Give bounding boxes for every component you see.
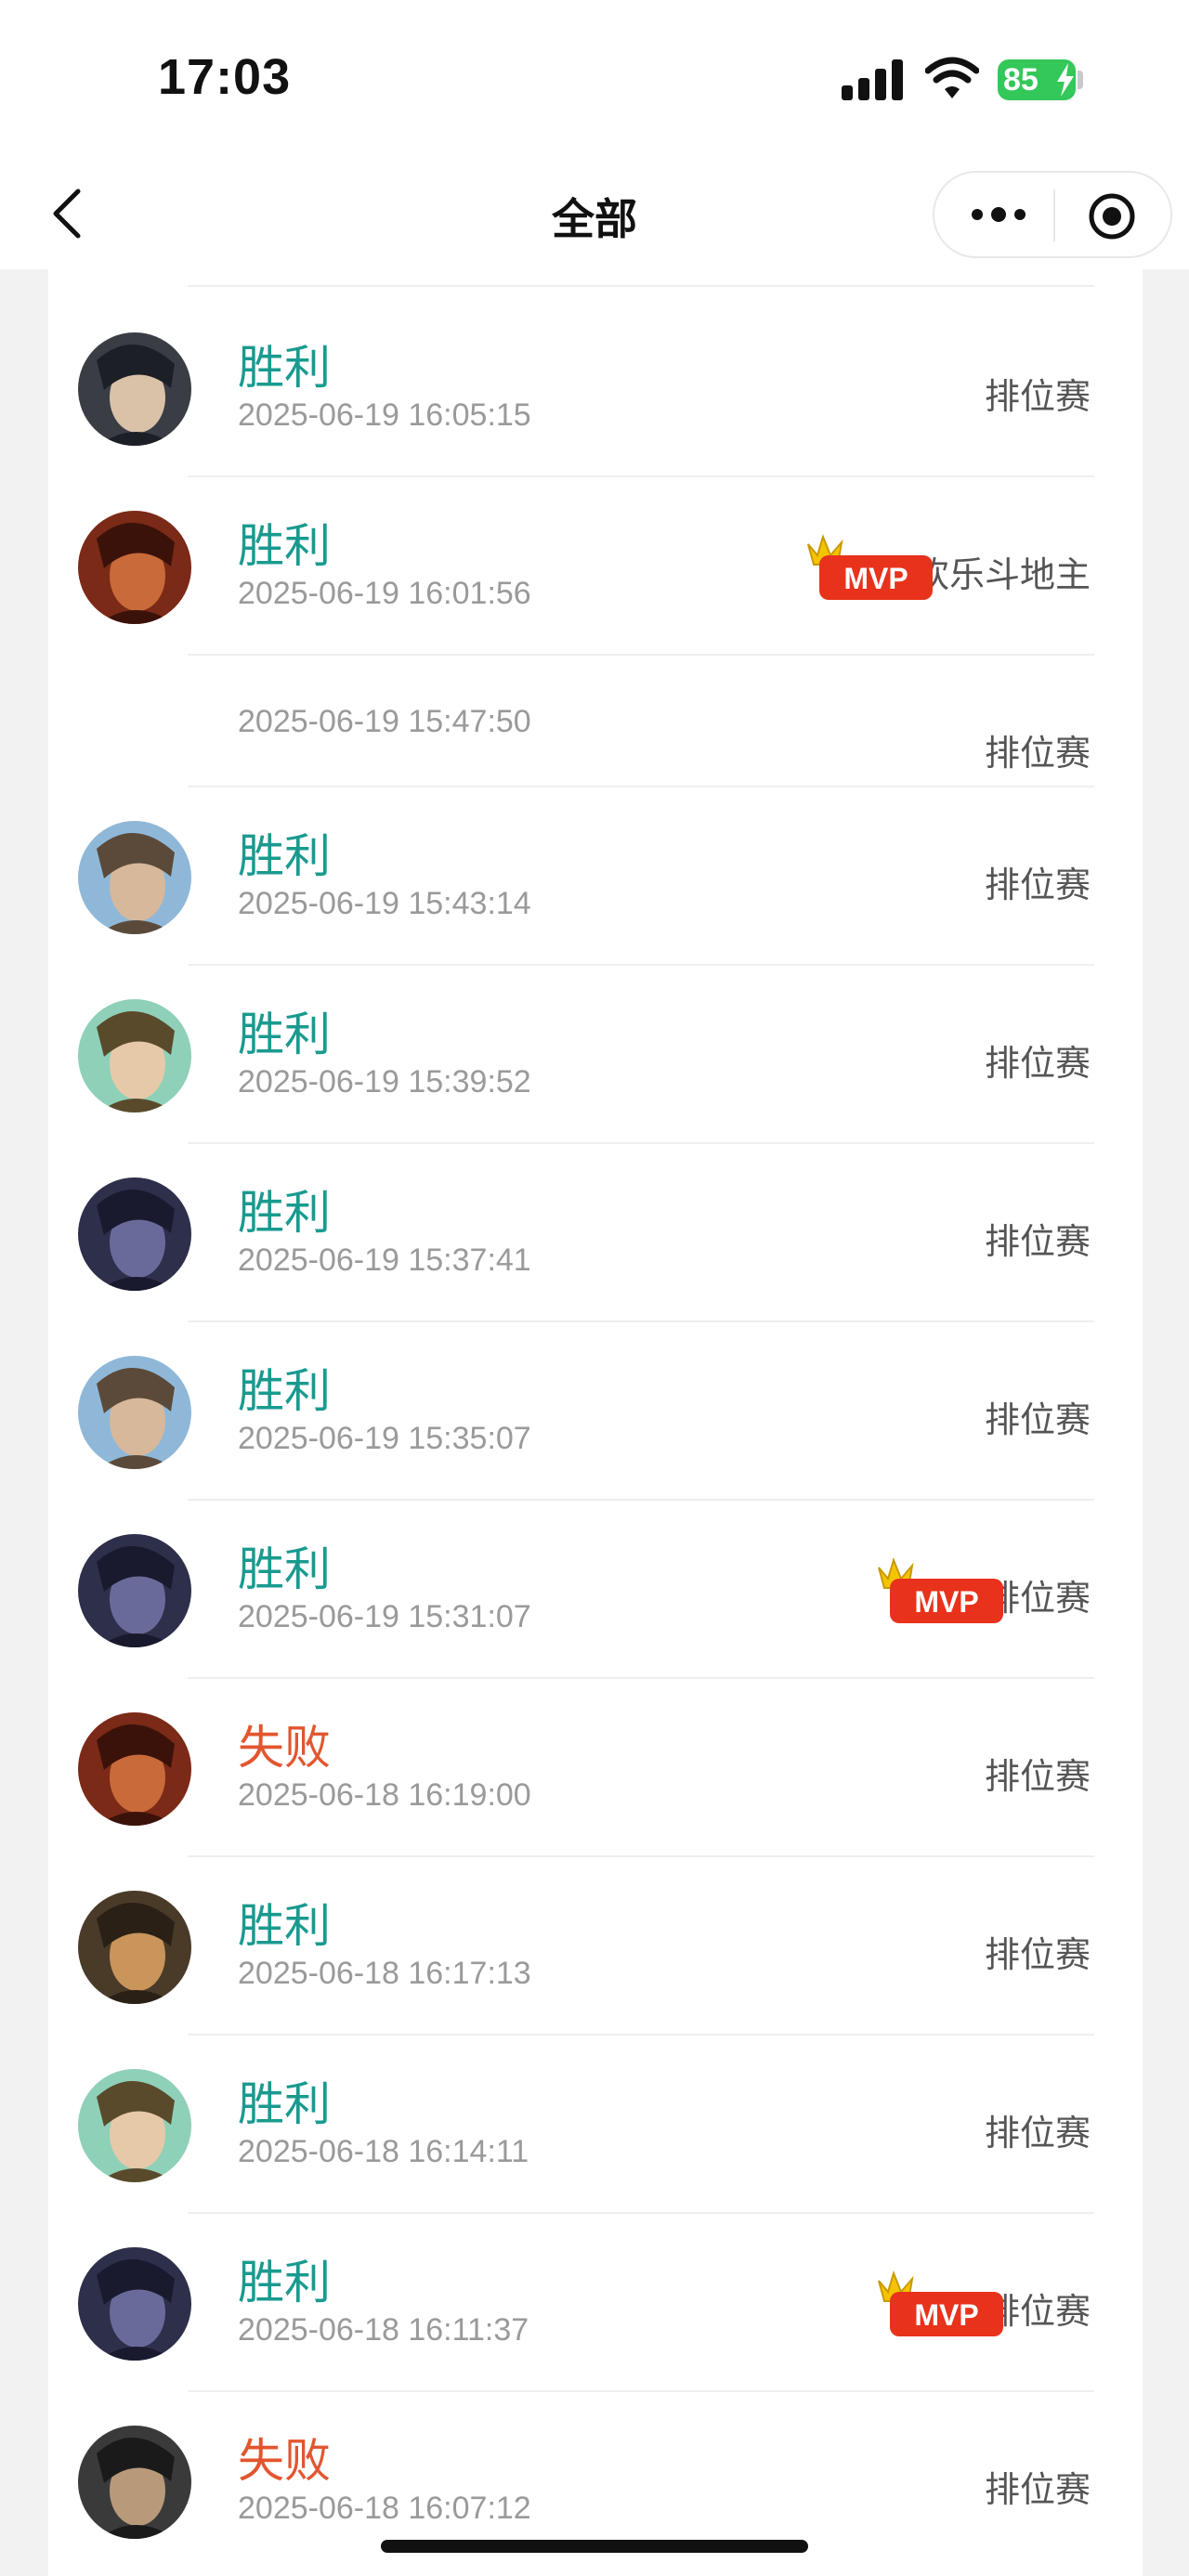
match-result: 胜利 bbox=[238, 1900, 331, 1952]
hero-avatar bbox=[78, 2069, 191, 2182]
match-datetime: 2025-06-19 16:01:56 bbox=[238, 576, 531, 611]
match-row[interactable]: 胜利 2025-06-18 16:17:13 排位赛 bbox=[48, 1859, 1143, 2036]
match-datetime: 2025-06-19 15:31:07 bbox=[238, 1599, 531, 1634]
hero-avatar bbox=[78, 999, 191, 1112]
match-datetime: 2025-06-19 15:47:50 bbox=[238, 704, 531, 739]
row-divider bbox=[188, 2034, 1094, 2036]
mvp-badge-icon: MVP bbox=[878, 1556, 1003, 1623]
mvp-badge-text: MVP bbox=[843, 562, 908, 595]
match-row[interactable]: 胜利 2025-06-18 16:14:11 排位赛 bbox=[48, 2037, 1143, 2214]
match-result: 胜利 bbox=[238, 2078, 331, 2130]
wifi-icon bbox=[925, 57, 979, 98]
row-divider bbox=[188, 1321, 1094, 1322]
list-top-divider bbox=[188, 285, 1094, 287]
match-datetime: 2025-06-19 15:39:52 bbox=[238, 1064, 531, 1099]
mvp-badge-text: MVP bbox=[914, 1585, 978, 1619]
match-result: 胜利 bbox=[238, 830, 331, 882]
match-result: 胜利 bbox=[238, 2257, 331, 2309]
home-indicator bbox=[381, 2540, 808, 2553]
mvp-badge-text: MVP bbox=[914, 2298, 978, 2332]
battery-tip bbox=[1078, 71, 1083, 89]
hero-avatar bbox=[78, 1712, 191, 1826]
match-result: 胜利 bbox=[238, 1008, 331, 1060]
match-datetime: 2025-06-19 16:05:15 bbox=[238, 397, 531, 433]
match-result: 失败 bbox=[238, 2435, 331, 2487]
match-mode: 排位赛 bbox=[984, 1401, 1091, 1440]
charging-bolt-icon bbox=[1057, 63, 1074, 97]
match-mode: 排位赛 bbox=[984, 866, 1091, 905]
row-divider bbox=[188, 2212, 1094, 2214]
match-mode: 排位赛 bbox=[984, 378, 1091, 417]
hero-avatar bbox=[78, 2426, 191, 2539]
match-datetime: 2025-06-18 16:19:00 bbox=[238, 1777, 531, 1813]
match-mode: 排位赛 bbox=[984, 1758, 1091, 1797]
match-row[interactable]: 胜利 2025-06-19 16:05:15 排位赛 bbox=[48, 301, 1143, 477]
match-row[interactable]: 胜利 2025-06-19 15:31:07 排位赛 MVP bbox=[48, 1503, 1143, 1679]
match-datetime: 2025-06-18 16:07:12 bbox=[238, 2491, 531, 2526]
navigation-bar: 全部 bbox=[0, 158, 1189, 269]
match-row[interactable]: 2025-06-19 15:47:50 排位赛 bbox=[48, 657, 1143, 787]
match-mode: 欢乐斗地主 bbox=[913, 556, 1091, 595]
match-datetime: 2025-06-18 16:17:13 bbox=[238, 1956, 531, 1991]
match-mode: 排位赛 bbox=[984, 2114, 1091, 2153]
mvp-badge-icon: MVP bbox=[878, 2270, 1003, 2336]
match-row[interactable]: 胜利 2025-06-19 15:37:41 排位赛 bbox=[48, 1146, 1143, 1322]
match-row[interactable]: 胜利 2025-06-19 16:01:56 欢乐斗地主 MVP bbox=[48, 479, 1143, 656]
hero-avatar bbox=[78, 1534, 191, 1647]
match-mode: 排位赛 bbox=[984, 1936, 1091, 1975]
match-datetime: 2025-06-19 15:37:41 bbox=[238, 1242, 531, 1278]
row-divider bbox=[188, 475, 1094, 477]
match-result: 胜利 bbox=[238, 520, 331, 572]
row-divider bbox=[188, 1142, 1094, 1144]
match-row[interactable]: 失败 2025-06-18 16:19:00 排位赛 bbox=[48, 1681, 1143, 1857]
match-datetime: 2025-06-19 15:43:14 bbox=[238, 886, 531, 921]
match-row[interactable]: 胜利 2025-06-19 15:43:14 排位赛 bbox=[48, 789, 1143, 966]
match-datetime: 2025-06-18 16:11:37 bbox=[238, 2312, 529, 2348]
match-row[interactable]: 胜利 2025-06-19 15:35:07 排位赛 bbox=[48, 1324, 1143, 1501]
mvp-badge-icon: MVP bbox=[807, 533, 933, 600]
row-divider bbox=[188, 1677, 1094, 1679]
match-mode: 排位赛 bbox=[984, 735, 1091, 774]
match-datetime: 2025-06-18 16:14:11 bbox=[238, 2134, 529, 2169]
match-result: 胜利 bbox=[238, 1543, 331, 1595]
miniprogram-capsule bbox=[933, 171, 1172, 258]
match-mode: 排位赛 bbox=[984, 1223, 1091, 1262]
hero-avatar bbox=[78, 821, 191, 934]
more-dots-icon[interactable] bbox=[970, 201, 1027, 228]
match-row[interactable]: 胜利 2025-06-18 16:11:37 排位赛 MVP bbox=[48, 2216, 1143, 2392]
row-divider bbox=[188, 2390, 1094, 2392]
match-row[interactable]: 胜利 2025-06-19 15:39:52 排位赛 bbox=[48, 968, 1143, 1144]
row-divider bbox=[188, 786, 1094, 787]
row-divider bbox=[188, 964, 1094, 966]
match-result: 胜利 bbox=[238, 1187, 331, 1239]
match-result: 胜利 bbox=[238, 342, 331, 394]
hero-avatar bbox=[78, 511, 191, 624]
match-mode: 排位赛 bbox=[984, 2471, 1091, 2510]
match-result: 胜利 bbox=[238, 1365, 331, 1417]
match-mode: 排位赛 bbox=[984, 1045, 1091, 1084]
row-divider bbox=[188, 654, 1094, 656]
match-datetime: 2025-06-19 15:35:07 bbox=[238, 1421, 531, 1456]
status-time: 17:03 bbox=[158, 49, 292, 105]
hero-avatar bbox=[78, 332, 191, 446]
close-target-icon[interactable] bbox=[1087, 191, 1137, 241]
hero-avatar bbox=[78, 1356, 191, 1469]
hero-avatar bbox=[78, 1177, 191, 1291]
capsule-divider bbox=[1053, 189, 1055, 241]
status-bar: 17:03 85 bbox=[0, 0, 1189, 158]
match-result: 失败 bbox=[238, 1722, 331, 1774]
row-divider bbox=[188, 1855, 1094, 1857]
hero-avatar bbox=[78, 1891, 191, 2004]
row-divider bbox=[188, 1499, 1094, 1501]
cellular-signal-icon bbox=[842, 59, 905, 100]
hero-avatar bbox=[78, 2247, 191, 2361]
